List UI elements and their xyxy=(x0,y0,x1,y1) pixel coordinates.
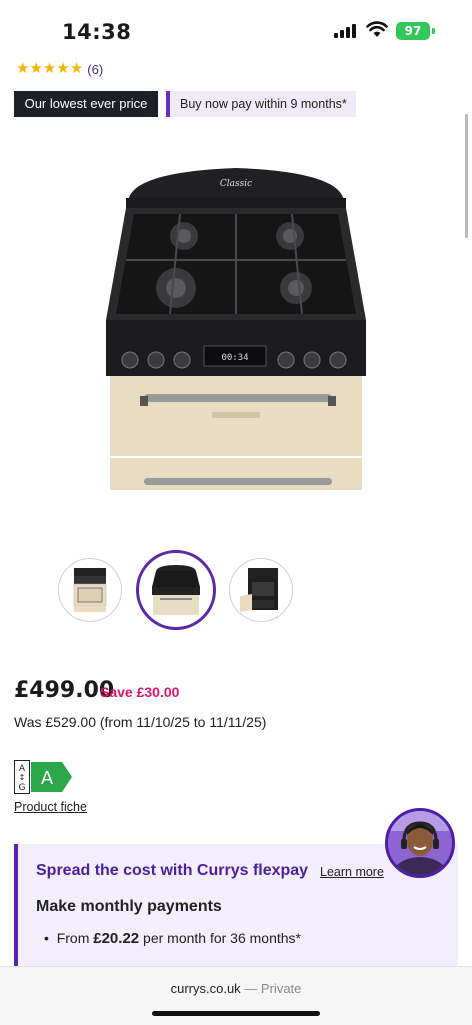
home-indicator[interactable] xyxy=(152,1011,320,1016)
star-icon: ★ xyxy=(16,60,30,77)
svg-text:G: G xyxy=(19,783,26,793)
scrollbar[interactable] xyxy=(465,114,468,238)
monthly-payment-item: • From £20.22 per month for 36 months* xyxy=(44,930,302,947)
monthly-payments-heading: Make monthly payments xyxy=(36,898,222,915)
pay-later-badge[interactable]: Buy now pay within 9 months* xyxy=(166,91,356,117)
review-count[interactable]: (6) xyxy=(87,62,103,77)
status-time: 14:38 xyxy=(62,20,132,44)
star-icon: ★ xyxy=(69,60,84,77)
star-icon: ★ xyxy=(29,60,43,77)
bullet-prefix: From xyxy=(56,930,94,946)
thumbnail-open-door[interactable] xyxy=(229,558,293,622)
battery-level: 97 xyxy=(404,24,422,38)
product-fiche-link[interactable]: Product fiche xyxy=(14,800,87,814)
energy-rating-label[interactable]: A ↕ G A xyxy=(14,760,74,794)
private-mode-label: — Private xyxy=(244,981,302,996)
thumbnail-top-selected[interactable] xyxy=(136,550,216,630)
status-bar: 14:38 97 xyxy=(0,0,472,58)
url-display[interactable]: currys.co.uk — Private xyxy=(0,981,472,996)
star-icon: ★ xyxy=(42,60,57,77)
oven-clock-display: 00:34 xyxy=(221,353,248,363)
learn-more-link[interactable]: Learn more xyxy=(320,865,384,879)
save-amount: Save £30.00 xyxy=(100,684,180,700)
wifi-icon xyxy=(366,21,388,37)
thumbnail-front[interactable] xyxy=(58,558,122,622)
browser-address-bar[interactable]: currys.co.uk — Private xyxy=(0,966,472,1025)
monthly-amount: £20.22 xyxy=(93,930,140,947)
energy-class: A xyxy=(41,768,54,789)
battery-icon: 97 xyxy=(396,22,430,40)
product-image[interactable]: Classic 00:34 xyxy=(100,160,372,490)
flexpay-title: Spread the cost with Currys flexpay xyxy=(36,862,309,879)
lowest-price-badge: Our lowest ever price xyxy=(14,91,158,117)
bullet-suffix: per month for 36 months* xyxy=(139,930,302,946)
svg-text:Classic: Classic xyxy=(220,179,252,189)
chat-assistant-avatar[interactable] xyxy=(385,808,455,878)
rating-stars[interactable]: ★ ★ ★ ★ ★ (6) xyxy=(16,60,103,78)
star-icon: ★ xyxy=(56,60,70,77)
svg-text:↕: ↕ xyxy=(19,773,26,782)
was-price: Was £529.00 (from 11/10/25 to 11/11/25) xyxy=(14,714,267,730)
domain: currys.co.uk xyxy=(170,981,241,996)
cellular-signal-icon xyxy=(334,24,356,38)
battery-tip xyxy=(432,28,435,34)
